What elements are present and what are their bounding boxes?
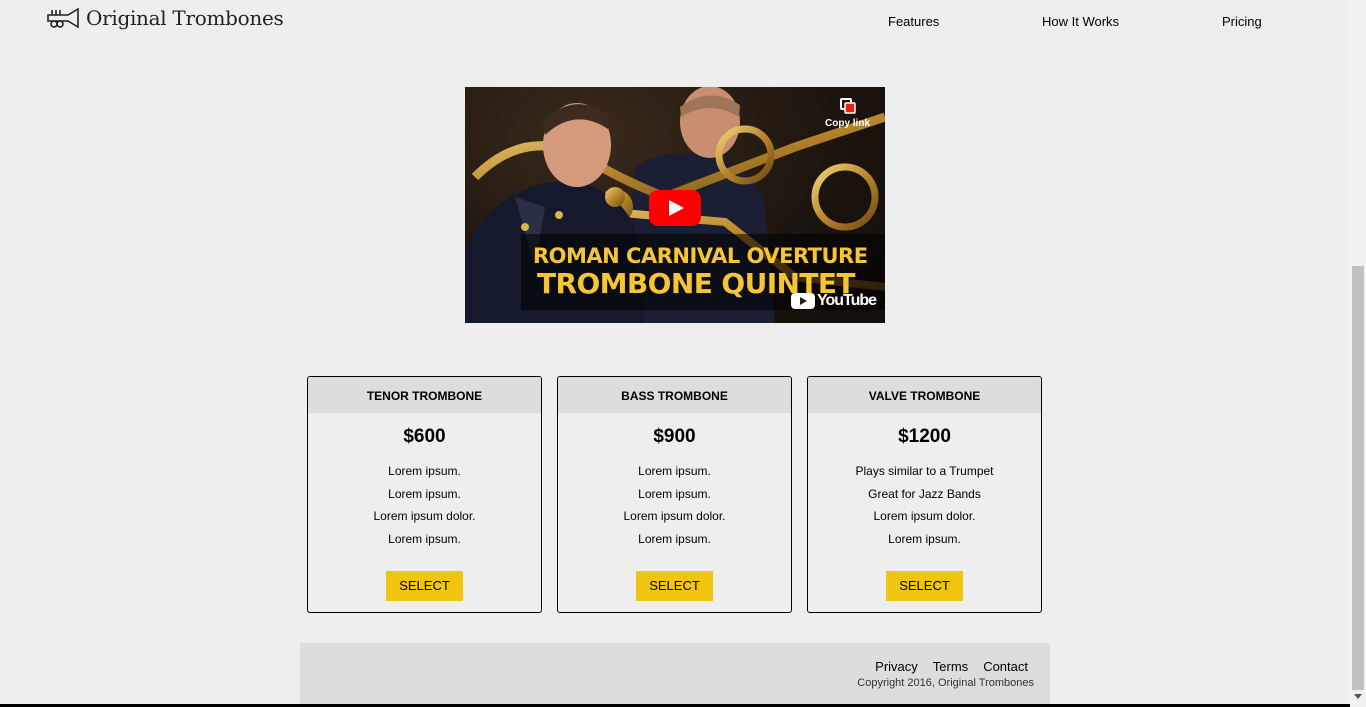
feature-item: Lorem ipsum.	[638, 532, 711, 547]
video-player[interactable]: ROMAN CARNIVAL OVERTURE TROMBONE QUINTET…	[465, 87, 885, 323]
feature-item: Lorem ipsum.	[638, 464, 711, 478]
copy-link-button[interactable]: Copy link	[825, 87, 870, 131]
copy-link-label: Copy link	[825, 118, 871, 129]
select-button[interactable]: SELECT	[886, 571, 963, 601]
nav-features[interactable]: Features	[888, 14, 939, 29]
card-price: $1200	[898, 426, 951, 447]
copy-link-icon	[840, 98, 856, 114]
card-price: $600	[403, 426, 446, 447]
card-title: Valve Trombone	[808, 377, 1041, 413]
scrollbar-thumb[interactable]	[1352, 266, 1364, 690]
feature-item: Plays similar to a Trumpet	[855, 464, 994, 478]
feature-list: Lorem ipsum. Lorem ipsum. Lorem ipsum do…	[308, 460, 541, 551]
feature-item: Lorem ipsum.	[388, 486, 461, 501]
feature-list: Lorem ipsum. Lorem ipsum. Lorem ipsum do…	[558, 460, 791, 551]
youtube-logo[interactable]: YouTube	[791, 292, 877, 310]
copyright-text: Copyright 2016, Original Trombones	[857, 677, 1034, 689]
card-title: Tenor Trombone	[308, 377, 541, 413]
footer-link-privacy[interactable]: Privacy	[875, 659, 918, 674]
feature-item: Lorem ipsum dolor.	[873, 509, 976, 524]
feature-item: Lorem ipsum dolor.	[373, 509, 476, 524]
brand-name: Original Trombones	[86, 6, 284, 30]
site-header: Original Trombones Features How It Works…	[0, 0, 1350, 44]
feature-item: Lorem ipsum.	[888, 532, 961, 547]
youtube-icon	[791, 293, 815, 309]
brand-logo[interactable]: Original Trombones	[46, 6, 284, 30]
feature-item: Lorem ipsum.	[638, 486, 711, 501]
footer-link-terms[interactable]: Terms	[933, 659, 968, 674]
vertical-scrollbar[interactable]	[1350, 0, 1366, 707]
feature-item: Great for Jazz Bands	[868, 486, 981, 501]
youtube-wordmark: YouTube	[817, 292, 877, 309]
pricing-card-bass: Bass Trombone $900 Lorem ipsum. Lorem ip…	[557, 376, 792, 613]
pricing-card-tenor: Tenor Trombone $600 Lorem ipsum. Lorem i…	[307, 376, 542, 613]
footer-link-contact[interactable]: Contact	[983, 659, 1028, 674]
trumpet-logo-icon	[47, 7, 79, 29]
feature-item: Lorem ipsum.	[388, 532, 461, 547]
select-button[interactable]: SELECT	[386, 571, 463, 601]
select-button[interactable]: SELECT	[636, 571, 713, 601]
site-footer: Privacy Terms Contact Copyright 2016, Or…	[300, 643, 1050, 707]
feature-item: Lorem ipsum.	[388, 464, 461, 478]
play-icon	[669, 200, 684, 216]
nav-how-it-works[interactable]: How It Works	[1042, 14, 1119, 29]
scroll-down-arrow-icon[interactable]	[1354, 694, 1362, 699]
feature-list: Plays similar to a Trumpet Great for Jaz…	[808, 460, 1041, 551]
play-button[interactable]	[649, 190, 701, 226]
card-price: $900	[653, 426, 696, 447]
feature-item: Lorem ipsum dolor.	[623, 509, 726, 524]
card-title: Bass Trombone	[558, 377, 791, 413]
pricing-card-valve: Valve Trombone $1200 Plays similar to a …	[807, 376, 1042, 613]
nav-pricing[interactable]: Pricing	[1222, 14, 1262, 29]
video-title-line1: ROMAN CARNIVAL OVERTURE	[533, 244, 868, 268]
footer-links: Privacy Terms Contact	[875, 659, 1028, 674]
